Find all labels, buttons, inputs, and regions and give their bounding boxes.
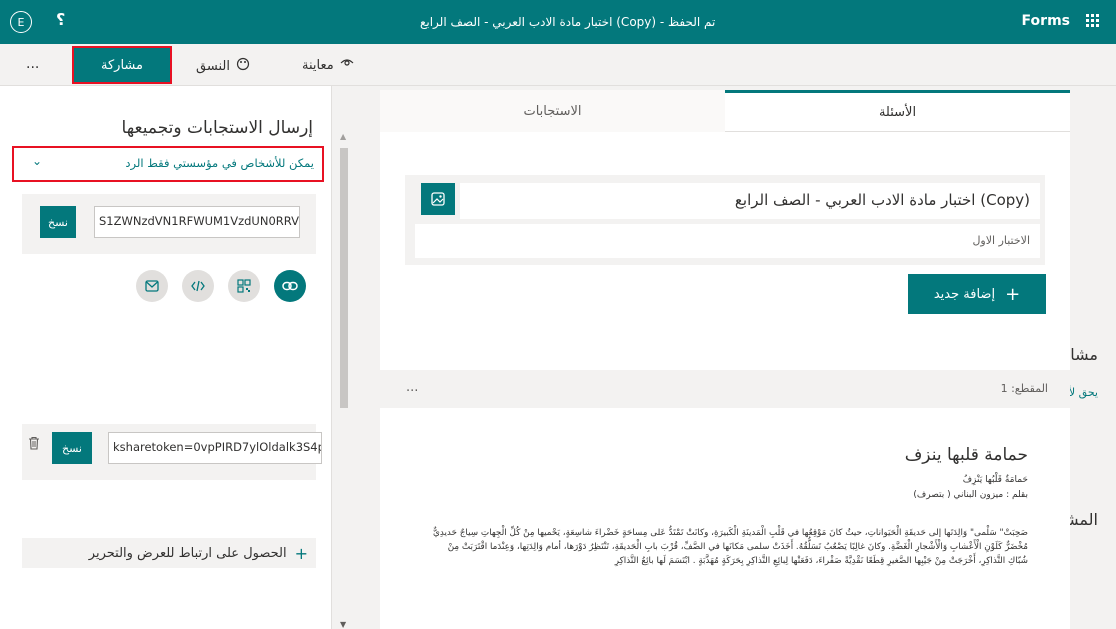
embed-icon[interactable] [182, 270, 214, 302]
story-body: صَحِبَتْ" سَلْمى" وَالِدَتَها إلى حَديقَ… [432, 528, 1028, 566]
form-title-field[interactable]: اختبار مادة الادب العربي - الصف الرابع (… [460, 183, 1040, 219]
template-link-box: نسخ ksharetoken=0vpPIRD7ylOldalk3S4p [22, 424, 322, 480]
plus-icon: + [294, 543, 308, 563]
trash-icon[interactable] [28, 436, 40, 454]
scrollbar-thumb[interactable] [340, 148, 348, 408]
share-method-icons [136, 270, 308, 302]
preview-label: معاينة [302, 57, 334, 73]
form-tabs: الاستجابات الأسئلة [380, 90, 1070, 132]
palette-icon [236, 57, 250, 75]
scope-label: يمكن للأشخاص في مؤسستي فقط الرد [125, 156, 314, 170]
theme-label: النسق [196, 58, 230, 74]
story-author: بقلم : ميزون البناني ( بتصرف) [913, 490, 1028, 500]
tab-questions[interactable]: الأسئلة [725, 90, 1070, 132]
plus-icon: + [1005, 283, 1021, 305]
collab-link-label: الحصول على ارتباط للعرض والتحرير [88, 545, 287, 561]
more-options-button[interactable]: ... [26, 56, 39, 72]
section-more-button[interactable]: ... [406, 380, 418, 395]
form-title-bar: اختبار مادة الادب العربي - الصف الرابع (… [420, 15, 716, 29]
command-bar: ... مشاركة النسق معاينة [0, 44, 1116, 86]
scroll-down-icon[interactable]: ▼ [340, 620, 346, 629]
email-icon[interactable] [136, 270, 168, 302]
pane-scrollbar[interactable]: ▲ ▼ [338, 130, 350, 629]
response-link-field[interactable]: S1ZWNzdVN1RFWUM1VzdUN0RRVi4u [94, 206, 300, 238]
link-icon[interactable] [274, 270, 306, 302]
story-subtitle: حَمامَةٌ قَلْبُها يَنْزِفُ [962, 475, 1028, 485]
get-collab-link-button[interactable]: الحصول على ارتباط للعرض والتحرير + [22, 538, 316, 568]
qr-code-icon[interactable] [228, 270, 260, 302]
scroll-up-icon[interactable]: ▲ [340, 132, 346, 141]
chevron-down-icon: ⌄ [32, 154, 43, 168]
add-new-label: إضافة جديد [933, 286, 996, 302]
share-button[interactable]: مشاركة [72, 46, 172, 84]
section-header: ... المقطع: 1 [380, 370, 1070, 408]
form-description-field[interactable]: الاختبار الاول [415, 224, 1040, 258]
theme-button[interactable]: النسق [196, 57, 250, 75]
send-collect-heading: إرسال الاستجابات وتجميعها [121, 118, 313, 138]
add-new-button[interactable]: + إضافة جديد [908, 274, 1046, 314]
help-icon[interactable]: ؟ [56, 10, 65, 29]
section-label: المقطع: 1 [1000, 382, 1048, 395]
preview-button[interactable]: معاينة [302, 57, 354, 73]
image-icon [431, 192, 445, 206]
insert-image-button[interactable] [421, 183, 455, 215]
template-link-field[interactable]: ksharetoken=0vpPIRD7ylOldalk3S4p [108, 432, 322, 464]
app-name[interactable]: Forms [1022, 13, 1070, 29]
story-title[interactable]: حمامة قلبها ينزف [905, 445, 1028, 465]
tab-responses[interactable]: الاستجابات [380, 90, 725, 132]
response-scope-dropdown[interactable]: يمكن للأشخاص في مؤسستي فقط الرد ⌄ [12, 146, 324, 182]
copy-template-link-button[interactable]: نسخ [52, 432, 92, 464]
app-launcher-icon[interactable] [1086, 14, 1100, 28]
copy-link-button[interactable]: نسخ [40, 206, 76, 238]
account-avatar[interactable]: E [10, 11, 32, 33]
top-bar: E ؟ اختبار مادة الادب العربي - الصف الرا… [0, 0, 1116, 44]
eye-icon [340, 57, 354, 73]
response-link-box: نسخ S1ZWNzdVN1RFWUM1VzdUN0RRVi4u [22, 194, 316, 254]
